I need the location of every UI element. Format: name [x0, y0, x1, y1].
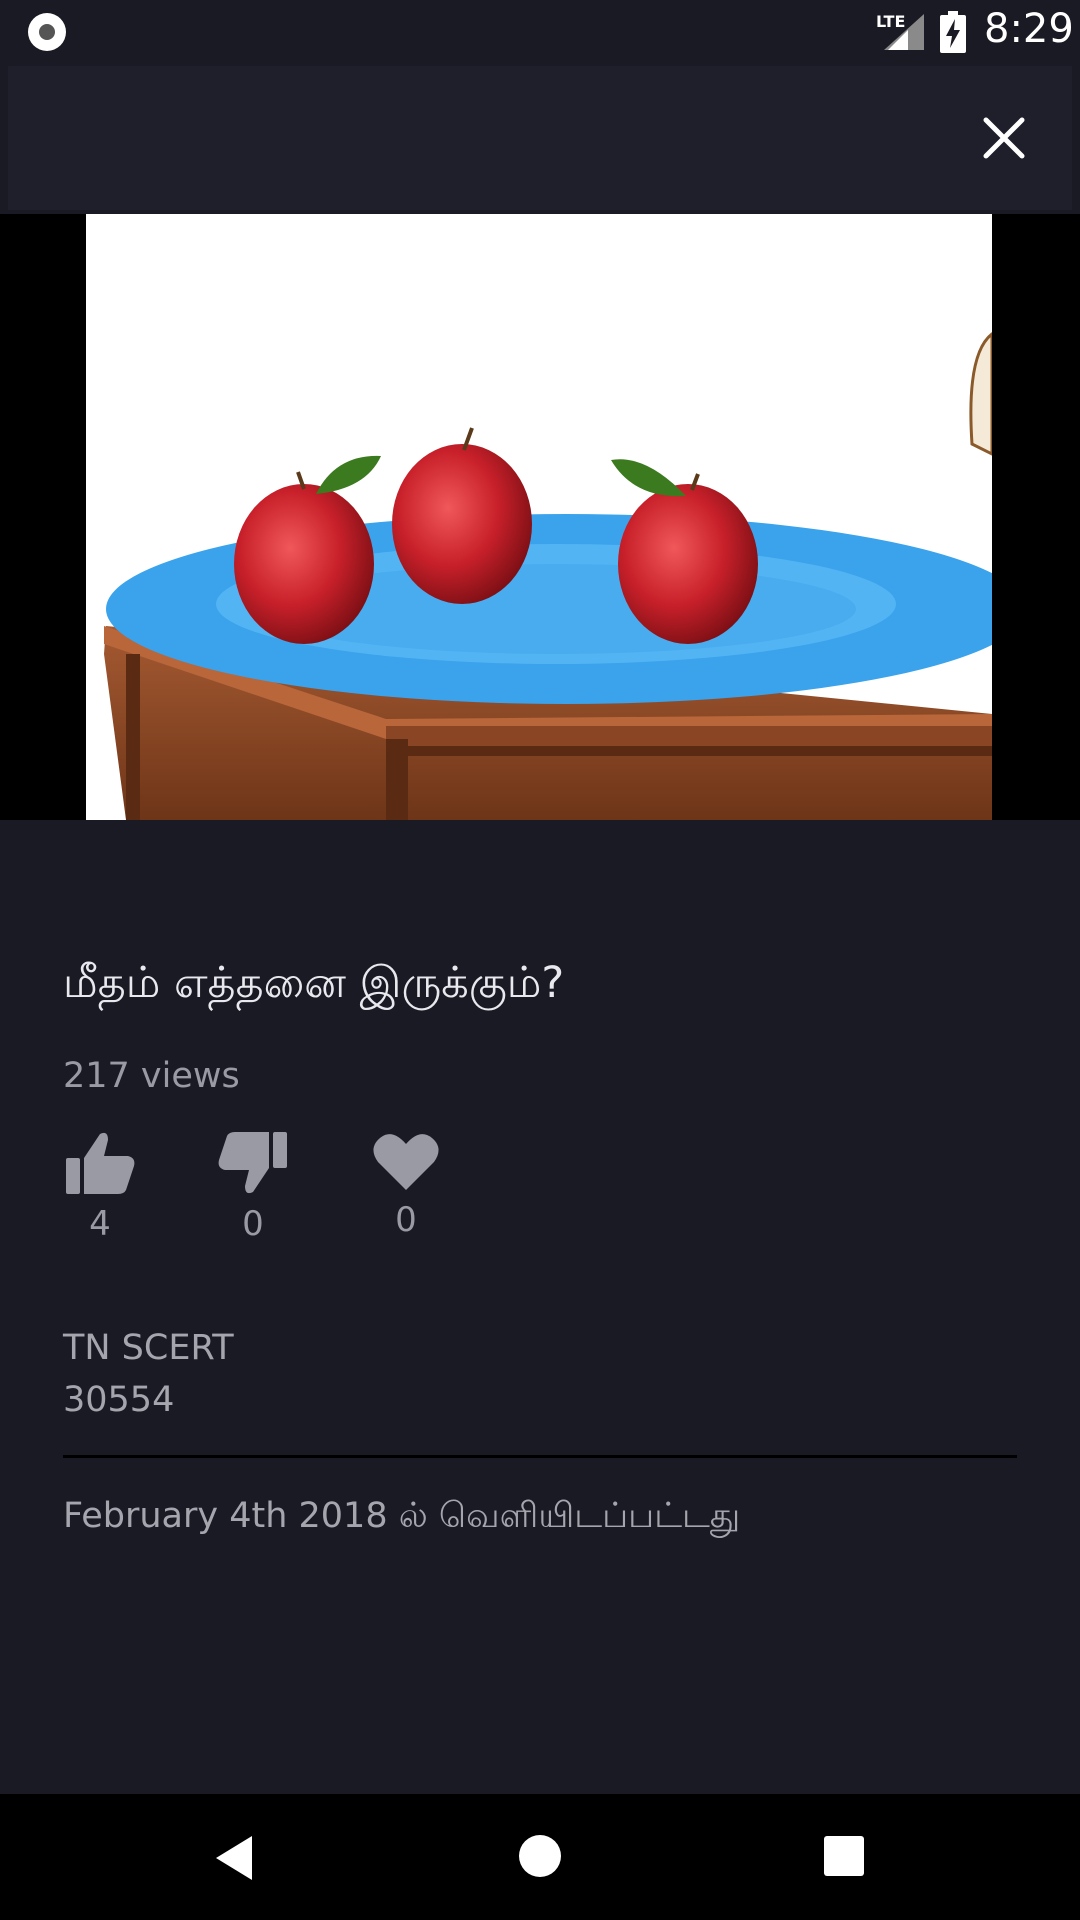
- signal-icon: [884, 14, 924, 50]
- like-button[interactable]: 4: [50, 1130, 150, 1244]
- close-button[interactable]: [972, 106, 1036, 170]
- recents-icon[interactable]: [824, 1836, 864, 1876]
- toolbar: [8, 66, 1072, 210]
- view-count: 217 views: [63, 1056, 240, 1096]
- favorite-count: 0: [395, 1200, 417, 1240]
- home-icon[interactable]: [518, 1834, 562, 1878]
- status-bar: LTE 8:29: [0, 0, 1080, 64]
- clock: 8:29: [984, 6, 1074, 52]
- video-title: மீதம் எத்தனை இருக்கும்?: [63, 958, 565, 1008]
- thumbs-down-icon: [218, 1132, 287, 1194]
- close-icon: [983, 117, 1025, 159]
- video-thumbnail[interactable]: [86, 214, 992, 820]
- navigation-bar: [0, 1794, 1080, 1920]
- favorite-button[interactable]: 0: [356, 1130, 456, 1240]
- like-count: 4: [89, 1204, 111, 1244]
- back-icon[interactable]: [212, 1834, 256, 1882]
- divider: [63, 1455, 1017, 1458]
- dislike-count: 0: [242, 1204, 264, 1244]
- thumbs-up-icon: [66, 1132, 135, 1194]
- published-date: February 4th 2018 ல் வெளியிடப்பட்டது: [63, 1496, 741, 1536]
- battery-charging-icon: [940, 11, 966, 53]
- heart-icon: [373, 1134, 439, 1190]
- video-image: [86, 214, 992, 820]
- channel-name[interactable]: TN SCERT: [63, 1328, 234, 1368]
- video-player[interactable]: [0, 214, 1080, 820]
- channel-number: 30554: [63, 1380, 175, 1420]
- record-icon: [28, 13, 66, 51]
- dislike-button[interactable]: 0: [203, 1130, 303, 1244]
